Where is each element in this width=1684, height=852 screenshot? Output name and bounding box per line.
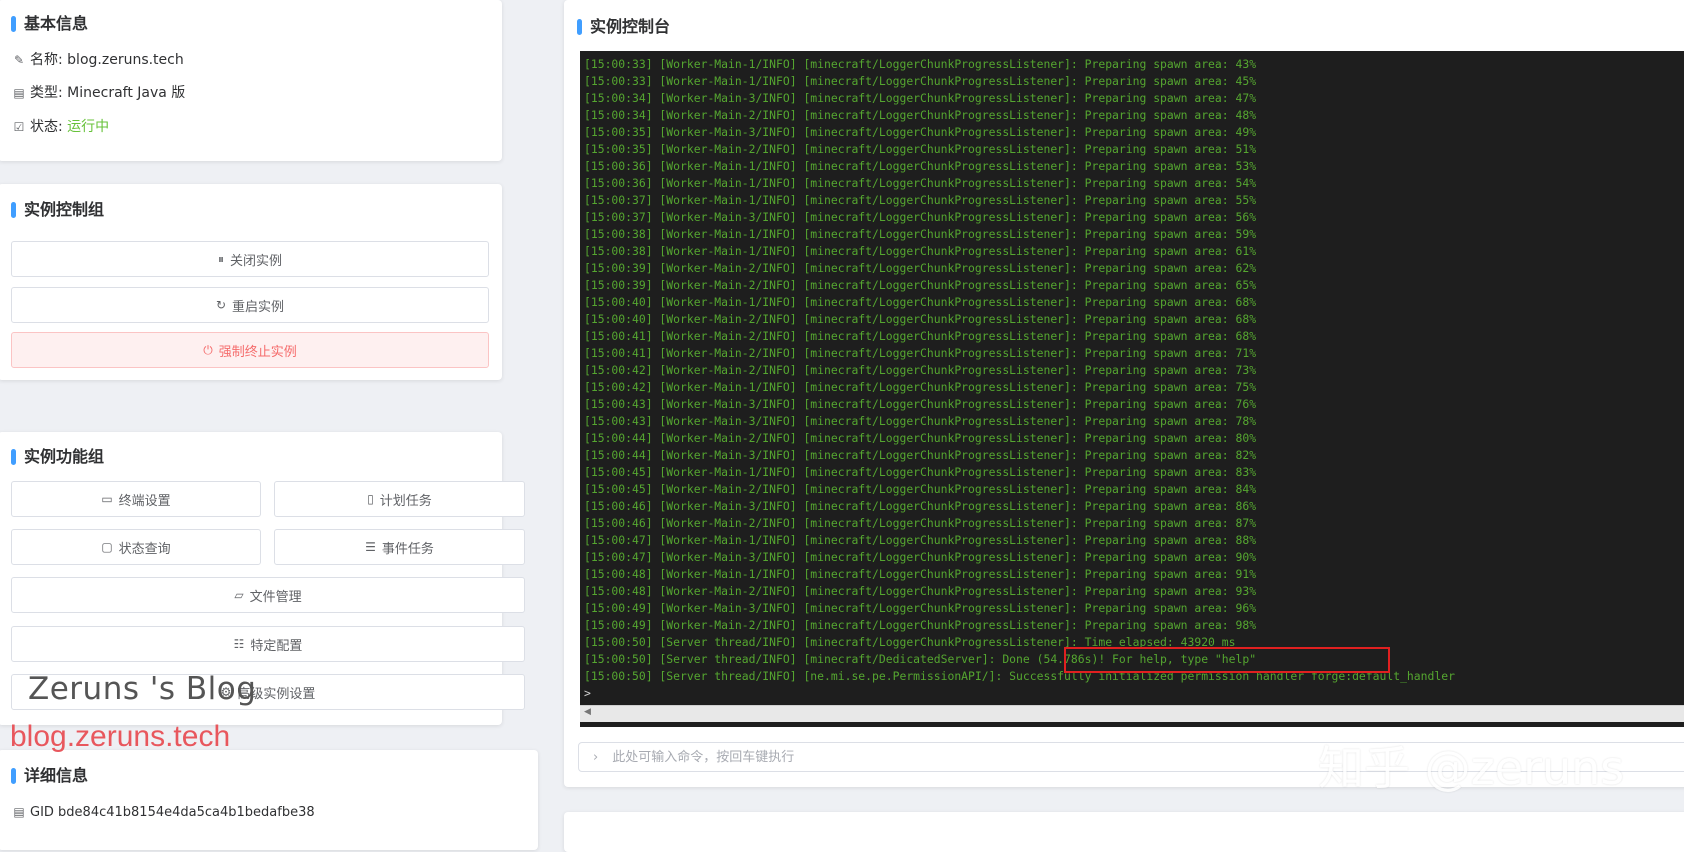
console-log-line: [15:00:40] [Worker-Main-2/INFO] [minecra…	[584, 312, 1257, 326]
scheduled-tasks-label: 计划任务	[379, 493, 432, 509]
console-log-line: [15:00:33] [Worker-Main-1/INFO] [minecra…	[584, 74, 1257, 88]
monitor-icon: ▭	[101, 492, 113, 506]
basic-info-card: 基本信息 ✎ 名称: blog.zeruns.tech ▤ 类型: Minecraf…	[0, 0, 502, 161]
function-group-title: 实例功能组	[11, 447, 104, 467]
refresh-icon: ↻	[215, 298, 227, 312]
name-label: 名称:	[30, 52, 63, 68]
console-output[interactable]: [15:00:33] [Worker-Main-1/INFO] [minecra…	[580, 51, 1684, 727]
console-log-line: [15:00:39] [Worker-Main-2/INFO] [minecra…	[584, 278, 1257, 292]
specific-config-label: 特定配置	[250, 638, 303, 654]
pencil-icon: ✎	[13, 53, 25, 67]
console-log-line: [15:00:49] [Worker-Main-3/INFO] [minecra…	[584, 601, 1257, 615]
console-log-line: [15:00:36] [Worker-Main-1/INFO] [minecra…	[584, 176, 1257, 190]
folder-icon: ▱	[234, 588, 244, 602]
console-log-line: [15:00:50] [Server thread/INFO] [minecra…	[584, 652, 1257, 666]
list-icon: ☰	[365, 540, 376, 554]
console-log-line: [15:00:41] [Worker-Main-2/INFO] [minecra…	[584, 346, 1257, 360]
status-query-button[interactable]: ▢ 状态查询	[11, 529, 261, 565]
console-log-line: [15:00:42] [Worker-Main-1/INFO] [minecra…	[584, 380, 1257, 394]
power-icon: ⏻	[203, 342, 213, 357]
console-log-line: [15:00:47] [Worker-Main-1/INFO] [minecra…	[584, 533, 1257, 547]
console-log-line: [15:00:45] [Worker-Main-1/INFO] [minecra…	[584, 465, 1257, 479]
console-log-line: [15:00:43] [Worker-Main-3/INFO] [minecra…	[584, 397, 1257, 411]
console-lines: [15:00:33] [Worker-Main-1/INFO] [minecra…	[584, 56, 1455, 702]
blog-name-watermark: Zeruns 's Blog	[28, 671, 257, 707]
command-input[interactable]	[610, 748, 1315, 766]
console-log-line: [15:00:39] [Worker-Main-2/INFO] [minecra…	[584, 261, 1257, 275]
console-log-line: [15:00:35] [Worker-Main-3/INFO] [minecra…	[584, 125, 1257, 139]
type-value: Minecraft Java 版	[67, 85, 186, 101]
control-group-card: 实例控制组 ⏸ 关闭实例 ↻ 重启实例 ⏻ 强制终止实例	[0, 184, 502, 380]
file-icon: ▤	[13, 805, 25, 819]
phone-icon: ▯	[367, 492, 374, 506]
terminal-settings-label: 终端设置	[118, 493, 171, 509]
console-log-line: [15:00:48] [Worker-Main-2/INFO] [minecra…	[584, 584, 1257, 598]
restart-instance-button[interactable]: ↻ 重启实例	[11, 287, 489, 323]
console-title: 实例控制台	[577, 17, 670, 37]
sliders-icon: ☷	[233, 637, 245, 651]
basic-info-title: 基本信息	[11, 14, 88, 34]
console-log-line: [15:00:48] [Worker-Main-1/INFO] [minecra…	[584, 567, 1257, 581]
info-status-row: ☑ 状态: 运行中	[12, 117, 110, 137]
console-log-line: [15:00:46] [Worker-Main-3/INFO] [minecra…	[584, 499, 1257, 513]
console-horizontal-scrollbar[interactable]: ◀	[580, 705, 1684, 722]
console-log-line: [15:00:34] [Worker-Main-2/INFO] [minecra…	[584, 108, 1257, 122]
console-log-line: >	[584, 686, 591, 700]
console-log-line: [15:00:47] [Worker-Main-3/INFO] [minecra…	[584, 550, 1257, 564]
terminal-settings-button[interactable]: ▭ 终端设置	[11, 481, 261, 517]
gid-row: ▤ GID bde84c41b8154e4da5ca4b1bedafbe38	[12, 802, 315, 823]
scroll-left-icon[interactable]: ◀	[584, 707, 591, 717]
specific-config-button[interactable]: ☷ 特定配置	[11, 626, 525, 662]
console-log-line: [15:00:41] [Worker-Main-2/INFO] [minecra…	[584, 329, 1257, 343]
details-card: 详细信息 ▤ GID bde84c41b8154e4da5ca4b1bedafbe…	[0, 750, 538, 850]
console-log-line: [15:00:49] [Worker-Main-2/INFO] [minecra…	[584, 618, 1257, 632]
file-manager-label: 文件管理	[249, 589, 302, 605]
console-log-line: [15:00:35] [Worker-Main-2/INFO] [minecra…	[584, 142, 1257, 156]
name-value: blog.zeruns.tech	[67, 52, 184, 68]
document-icon: ▤	[13, 86, 25, 100]
pause-circle-icon: ⏸	[217, 251, 224, 266]
status-query-label: 状态查询	[118, 541, 171, 557]
chevron-right-icon: ›	[593, 749, 599, 765]
status-value: 运行中	[67, 119, 110, 135]
details-title: 详细信息	[11, 766, 88, 786]
restart-instance-label: 重启实例	[232, 299, 285, 315]
info-type-row: ▤ 类型: Minecraft Java 版	[12, 83, 185, 103]
type-label: 类型:	[30, 85, 63, 101]
close-instance-label: 关闭实例	[230, 253, 283, 269]
console-log-line: [15:00:38] [Worker-Main-1/INFO] [minecra…	[584, 227, 1257, 241]
console-log-line: [15:00:44] [Worker-Main-2/INFO] [minecra…	[584, 431, 1257, 445]
console-log-line: [15:00:45] [Worker-Main-2/INFO] [minecra…	[584, 482, 1257, 496]
event-tasks-button[interactable]: ☰ 事件任务	[274, 529, 525, 565]
close-instance-button[interactable]: ⏸ 关闭实例	[11, 241, 489, 277]
chat-icon: ▢	[101, 540, 113, 554]
console-log-line: [15:00:36] [Worker-Main-1/INFO] [minecra…	[584, 159, 1257, 173]
console-log-line: [15:00:38] [Worker-Main-1/INFO] [minecra…	[584, 244, 1257, 258]
status-label: 状态:	[30, 119, 63, 135]
kill-instance-button[interactable]: ⏻ 强制终止实例	[11, 332, 489, 368]
console-log-line: [15:00:46] [Worker-Main-2/INFO] [minecra…	[584, 516, 1257, 530]
console-log-line: [15:00:50] [Server thread/INFO] [minecra…	[584, 635, 1236, 649]
kill-instance-label: 强制终止实例	[218, 344, 297, 360]
gid-value: GID bde84c41b8154e4da5ca4b1bedafbe38	[30, 805, 315, 820]
console-log-line: [15:00:34] [Worker-Main-3/INFO] [minecra…	[584, 91, 1257, 105]
event-tasks-label: 事件任务	[381, 541, 434, 557]
console-log-line: [15:00:43] [Worker-Main-3/INFO] [minecra…	[584, 414, 1257, 428]
zhihu-watermark: 知乎 @zeruns	[1318, 741, 1625, 795]
info-name-row: ✎ 名称: blog.zeruns.tech	[12, 50, 184, 70]
scheduled-tasks-button[interactable]: ▯ 计划任务	[274, 481, 525, 517]
blog-url-watermark: blog.zeruns.tech	[10, 720, 231, 753]
file-manager-button[interactable]: ▱ 文件管理	[11, 577, 525, 613]
console-log-line: [15:00:37] [Worker-Main-3/INFO] [minecra…	[584, 210, 1257, 224]
console-log-line: [15:00:37] [Worker-Main-1/INFO] [minecra…	[584, 193, 1257, 207]
console-log-line: [15:00:50] [Server thread/INFO] [ne.mi.s…	[584, 669, 1455, 683]
checklist-icon: ☑	[13, 120, 25, 134]
bottom-card	[564, 812, 1684, 852]
console-log-line: [15:00:42] [Worker-Main-2/INFO] [minecra…	[584, 363, 1257, 377]
console-log-line: [15:00:44] [Worker-Main-3/INFO] [minecra…	[584, 448, 1257, 462]
console-log-line: [15:00:40] [Worker-Main-1/INFO] [minecra…	[584, 295, 1257, 309]
console-log-line: [15:00:33] [Worker-Main-1/INFO] [minecra…	[584, 57, 1257, 71]
control-group-title: 实例控制组	[11, 200, 104, 220]
